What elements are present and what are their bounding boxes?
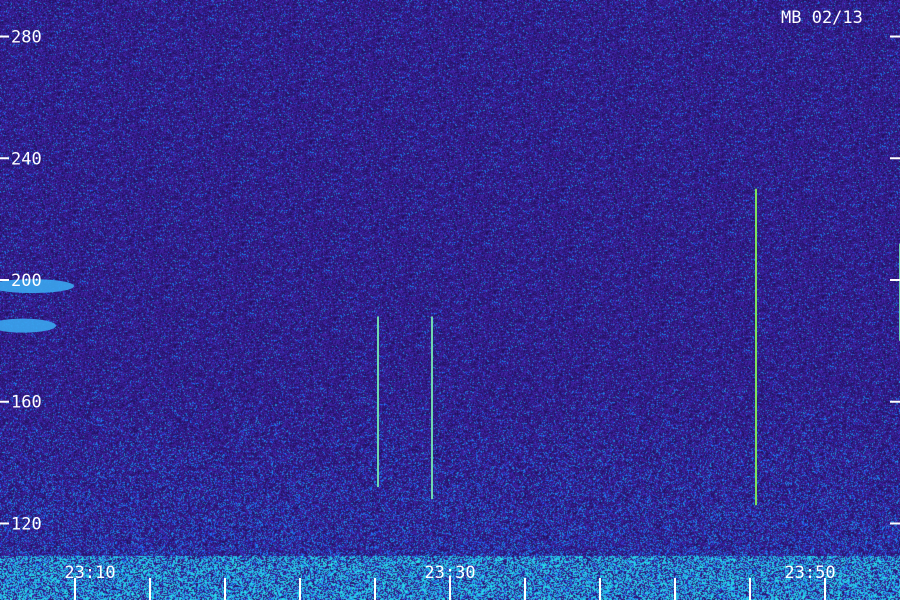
chart-title: MB 02/13 — [781, 8, 863, 28]
y-tick-label-160: 160 — [11, 393, 42, 413]
y-axis: 280 240 200 160 120 — [0, 28, 900, 534]
chart-overlay: 280 240 200 160 120 23:10 23:30 23:50 MB 02/13 — [0, 8, 900, 600]
x-tick-label-2350: 23:50 — [784, 563, 835, 583]
y-tick-label-280: 280 — [11, 28, 42, 48]
y-tick-label-240: 240 — [11, 149, 42, 169]
y-tick-label-120: 120 — [11, 514, 42, 534]
x-axis: 23:10 23:30 23:50 — [64, 563, 836, 600]
signal-marks — [0, 188, 900, 506]
x-tick-label-2330: 23:30 — [424, 563, 475, 583]
spectrogram-chart: 280 240 200 160 120 23:10 23:30 23:50 MB 02/13 — [0, 0, 900, 600]
horizontal-signal-2 — [0, 318, 56, 333]
y-tick-label-200: 200 — [11, 271, 42, 291]
x-tick-label-2310: 23:10 — [64, 563, 115, 583]
